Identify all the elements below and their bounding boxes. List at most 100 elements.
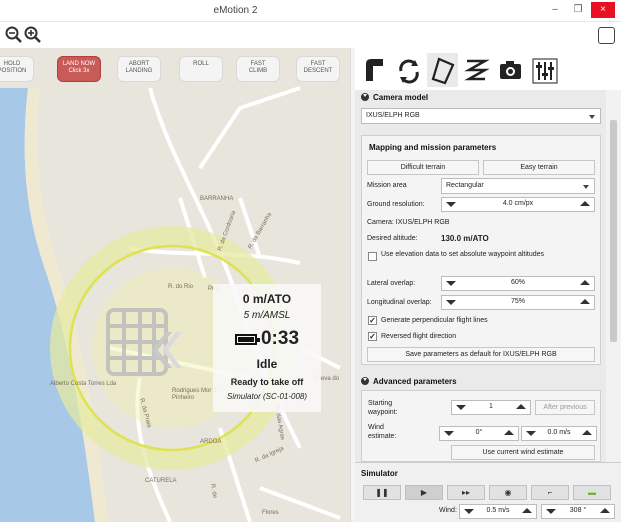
perpendicular-lines-label: Generate perpendicular flight lines: [381, 317, 488, 324]
camera-model-select[interactable]: IXUS/ELPH RGB: [361, 108, 601, 124]
map-label: R. do Rio: [168, 284, 194, 290]
minimize-button[interactable]: –: [545, 2, 565, 18]
map-toolbar: [0, 22, 621, 48]
decrease-icon[interactable]: [441, 428, 457, 439]
close-button[interactable]: ×: [591, 2, 615, 18]
wind-sock-icon[interactable]: ⌐: [531, 485, 569, 500]
command-bar: HOLD POSITION LAND NOW Click 3x ABORT LA…: [0, 56, 350, 82]
rotate-icon[interactable]: [393, 53, 424, 87]
increase-icon[interactable]: [577, 278, 593, 289]
settings-sliders-icon[interactable]: [529, 53, 560, 87]
camera-info: Camera: IXUS/ELPH RGB: [367, 219, 450, 226]
mission-area-label: Mission area: [367, 182, 407, 189]
increase-icon[interactable]: [519, 506, 535, 517]
decrease-icon[interactable]: [453, 402, 469, 413]
wind-direction-spinbox[interactable]: 0°: [439, 426, 519, 441]
flight-time: 0:33: [260, 328, 300, 349]
use-current-wind-button[interactable]: Use current wind estimate: [451, 445, 595, 460]
camera-model-header[interactable]: Camera model: [361, 93, 606, 102]
altitude-ato: 0 m/ATO: [242, 292, 292, 306]
pause-icon[interactable]: ❚❚: [363, 485, 401, 500]
decrease-icon[interactable]: [443, 278, 459, 289]
map-label: BARRANHA: [200, 196, 234, 202]
after-previous-button[interactable]: After previous: [535, 400, 595, 415]
fast-climb-button[interactable]: FAST CLIMB: [236, 56, 280, 82]
perpendicular-lines-checkbox[interactable]: ✓: [368, 316, 377, 325]
mapping-header: Mapping and mission parameters: [369, 143, 497, 152]
decrease-icon[interactable]: [543, 506, 559, 517]
scrollbar-thumb[interactable]: [610, 120, 617, 342]
battery-icon[interactable]: ▬: [573, 485, 611, 500]
desired-altitude-value: 130.0 m/ATO: [441, 234, 489, 243]
flight-time-row: 0:33: [213, 328, 321, 352]
zoom-in-icon[interactable]: [23, 25, 43, 45]
scan-path-icon[interactable]: [461, 53, 492, 87]
mission-panel: Camera model IXUS/ELPH RGB Mapping and m…: [355, 90, 606, 462]
map-label: Flores: [262, 510, 279, 516]
flight-plan-icon[interactable]: [359, 53, 390, 87]
sim-wind-label: Wind:: [439, 507, 457, 514]
panel-scrollbar[interactable]: [606, 90, 621, 462]
roll-button[interactable]: ROLL: [179, 56, 223, 82]
elevation-label: Use elevation data to set absolute waypo…: [381, 251, 545, 258]
lateral-overlap-spinbox[interactable]: 60%: [441, 276, 595, 291]
map-view[interactable]: BARRANHA R. do Rio PAU R. da Cordoaria R…: [0, 48, 350, 522]
area-icon[interactable]: [427, 53, 458, 87]
title-bar: eMotion 2 – ❐ ×: [0, 0, 621, 22]
increase-icon[interactable]: [579, 428, 595, 439]
wind-speed-spinbox[interactable]: 0.0 m/s: [521, 426, 597, 441]
decrease-icon[interactable]: [443, 297, 459, 308]
reversed-direction-label: Reversed flight direction: [381, 333, 457, 340]
camera-icon[interactable]: [495, 53, 526, 87]
decrease-icon[interactable]: [523, 428, 539, 439]
flight-state: Idle: [256, 357, 278, 371]
ready-status: Ready to take off: [230, 377, 304, 387]
abort-landing-button[interactable]: ABORT LANDING: [117, 56, 161, 82]
desired-altitude-label: Desired altitude:: [367, 235, 418, 242]
advanced-parameters-header[interactable]: Advanced parameters: [361, 377, 606, 386]
map-label: Alberto Costa Torres Lda: [50, 381, 117, 387]
maximize-button[interactable]: ❐: [568, 2, 588, 18]
flight-status-panel: 0 m/ATO 5 m/AMSL 0:33 Idle Ready to take…: [213, 284, 321, 412]
lateral-overlap-label: Lateral overlap:: [367, 280, 416, 287]
increase-icon[interactable]: [501, 428, 517, 439]
starting-waypoint-label: Starting waypoint:: [368, 400, 398, 416]
save-defaults-button[interactable]: Save parameters as default for IXUS/ELPH…: [367, 347, 595, 362]
increase-icon[interactable]: [577, 199, 593, 210]
collapse-icon: [361, 93, 369, 101]
fast-forward-icon[interactable]: ▸▸: [447, 485, 485, 500]
increase-icon[interactable]: [513, 402, 529, 413]
difficult-terrain-button[interactable]: Difficult terrain: [367, 160, 479, 175]
fast-descent-button[interactable]: FAST DESCENT: [296, 56, 340, 82]
decrease-icon[interactable]: [461, 506, 477, 517]
easy-terrain-button[interactable]: Easy terrain: [483, 160, 595, 175]
ground-resolution-label: Ground resolution:: [367, 201, 425, 208]
map-label: CATURELA: [145, 478, 177, 484]
simulator-header: Simulator: [361, 469, 398, 478]
decrease-icon[interactable]: [443, 199, 459, 210]
longitudinal-overlap-label: Longitudinal overlap:: [367, 299, 432, 306]
elevation-checkbox[interactable]: [368, 252, 377, 261]
sim-wind-speed-spinbox[interactable]: 0.5 m/s: [459, 504, 537, 519]
simulator-panel: Simulator ❚❚ ▶ ▸▸ ◉ ⌐ ▬ Wind: 0.5 m/s 30…: [355, 462, 621, 522]
location-pin-icon[interactable]: ◉: [489, 485, 527, 500]
starting-waypoint-spinbox[interactable]: 1: [451, 400, 531, 415]
mission-tabs: [355, 48, 606, 90]
land-now-button[interactable]: LAND NOW Click 3x: [57, 56, 101, 82]
zoom-out-icon[interactable]: [4, 25, 24, 45]
increase-icon[interactable]: [577, 297, 593, 308]
altitude-amsl: 5 m/AMSL: [243, 310, 291, 321]
battery-icon: [234, 333, 260, 345]
fullscreen-icon[interactable]: [598, 27, 615, 44]
hold-position-button[interactable]: HOLD POSITION: [0, 56, 34, 82]
window-title: eMotion 2: [213, 5, 258, 16]
reversed-direction-checkbox[interactable]: ✓: [368, 332, 377, 341]
ground-resolution-spinbox[interactable]: 4.0 cm/px: [441, 197, 595, 212]
drone-name: Simulator (SC-01-008): [226, 392, 308, 401]
wind-estimate-label: Wind estimate:: [368, 424, 397, 440]
play-icon[interactable]: ▶: [405, 485, 443, 500]
increase-icon[interactable]: [597, 506, 613, 517]
sim-wind-direction-spinbox[interactable]: 308 °: [541, 504, 615, 519]
mission-area-select[interactable]: Rectangular: [441, 178, 595, 194]
longitudinal-overlap-spinbox[interactable]: 75%: [441, 295, 595, 310]
